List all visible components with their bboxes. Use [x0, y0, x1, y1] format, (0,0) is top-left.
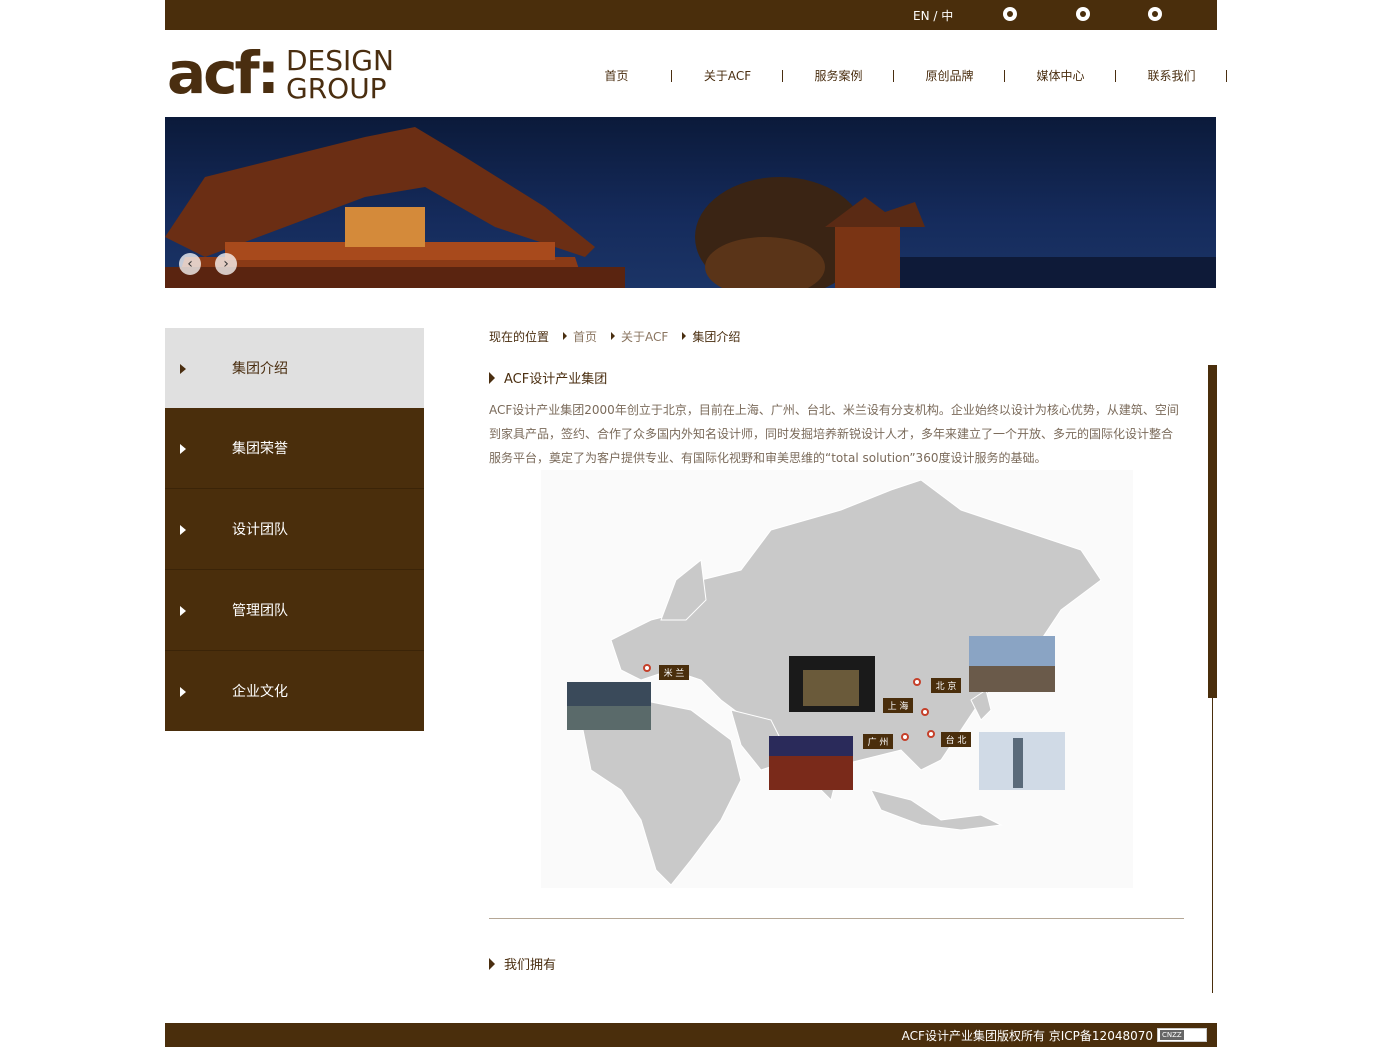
triangle-right-icon: [489, 371, 495, 384]
footer: ACF设计产业集团版权所有 京ICP备12048070 CNZZ: [165, 1023, 1217, 1047]
logo-mark: acf:: [167, 39, 280, 107]
banner-image: [165, 127, 1216, 288]
banner-next-button[interactable]: ›: [215, 253, 237, 275]
language-switch[interactable]: EN / 中: [913, 7, 953, 24]
nav-contact[interactable]: 联系我们: [1116, 66, 1227, 86]
footer-copyright: ACF设计产业集团版权所有 京ICP备12048070: [901, 1029, 1153, 1043]
intro-paragraph: ACF设计产业集团2000年创立于北京，目前在上海、广州、台北、米兰设有分支机构…: [489, 403, 1179, 465]
sidebar-item-honors[interactable]: 集团荣誉: [165, 408, 424, 489]
sidebar-item-label: 集团荣誉: [232, 441, 288, 457]
nav-brands[interactable]: 原创品牌: [894, 66, 1005, 86]
header: acf: DESIGN GROUP 首页 关于ACF 服务案例 原创品牌 媒体中心…: [165, 30, 1227, 117]
top-bar: EN / 中: [165, 0, 1217, 30]
triangle-right-icon: [180, 364, 186, 374]
main-content: 现在的位置 首页 关于ACF 集团介绍 ACF设计产业集团 ACF设计产业集团2…: [489, 326, 1189, 973]
sidebar-item-label: 集团介绍: [232, 361, 288, 377]
map-label-guangzhou: 广 州: [868, 736, 889, 748]
nav-about[interactable]: 关于ACF: [672, 66, 783, 86]
triangle-right-icon: [611, 332, 616, 340]
section-title-we-have: 我们拥有: [489, 954, 556, 973]
nav-media[interactable]: 媒体中心: [1005, 66, 1116, 86]
breadcrumb-about[interactable]: 关于ACF: [621, 328, 668, 345]
sidebar-item-management-team[interactable]: 管理团队: [165, 570, 424, 651]
main-nav: 首页 关于ACF 服务案例 原创品牌 媒体中心 联系我们: [561, 66, 1227, 86]
wechat-icon[interactable]: [1003, 7, 1017, 21]
breadcrumb-prefix: 现在的位置: [489, 329, 550, 344]
nav-home[interactable]: 首页: [561, 66, 672, 86]
sidebar-item-group-intro[interactable]: 集团介绍: [165, 328, 424, 408]
world-icon[interactable]: [1148, 7, 1162, 21]
triangle-right-icon: [180, 444, 186, 454]
banner-slideshow: ‹ ›: [165, 117, 1216, 288]
breadcrumb-home[interactable]: 首页: [573, 328, 597, 345]
sidebar: 集团介绍 集团荣誉 设计团队 管理团队 企业文化: [165, 328, 424, 731]
scrollbar-thumb[interactable]: [1208, 365, 1217, 698]
weibo-icon[interactable]: [1076, 7, 1090, 21]
sidebar-item-label: 设计团队: [232, 522, 288, 538]
section-title: ACF设计产业集团: [489, 368, 607, 387]
map-label-shanghai: 上 海: [888, 700, 909, 712]
banner-prev-button[interactable]: ‹: [179, 253, 201, 275]
world-map-image: 米 兰 北 京 上 海 广 州 台 北: [541, 470, 1133, 888]
divider: [489, 918, 1184, 919]
sidebar-item-label: 管理团队: [232, 603, 288, 619]
triangle-right-icon: [563, 332, 568, 340]
sidebar-item-design-team[interactable]: 设计团队: [165, 489, 424, 570]
cnzz-badge[interactable]: CNZZ: [1157, 1028, 1207, 1042]
nav-cases[interactable]: 服务案例: [783, 66, 894, 86]
triangle-right-icon: [180, 525, 186, 535]
triangle-right-icon: [489, 957, 495, 970]
sidebar-item-culture[interactable]: 企业文化: [165, 651, 424, 731]
logo-text: DESIGN GROUP: [286, 44, 394, 105]
sidebar-item-label: 企业文化: [232, 684, 288, 700]
map-label-taipei: 台 北: [946, 734, 967, 746]
breadcrumb-current: 集团介绍: [692, 329, 741, 344]
map-label-milan: 米 兰: [664, 667, 685, 679]
triangle-right-icon: [682, 332, 687, 340]
breadcrumb: 现在的位置 首页 关于ACF 集团介绍: [489, 326, 1189, 346]
triangle-right-icon: [180, 606, 186, 616]
map-label-beijing: 北 京: [936, 680, 957, 692]
triangle-right-icon: [180, 687, 186, 697]
